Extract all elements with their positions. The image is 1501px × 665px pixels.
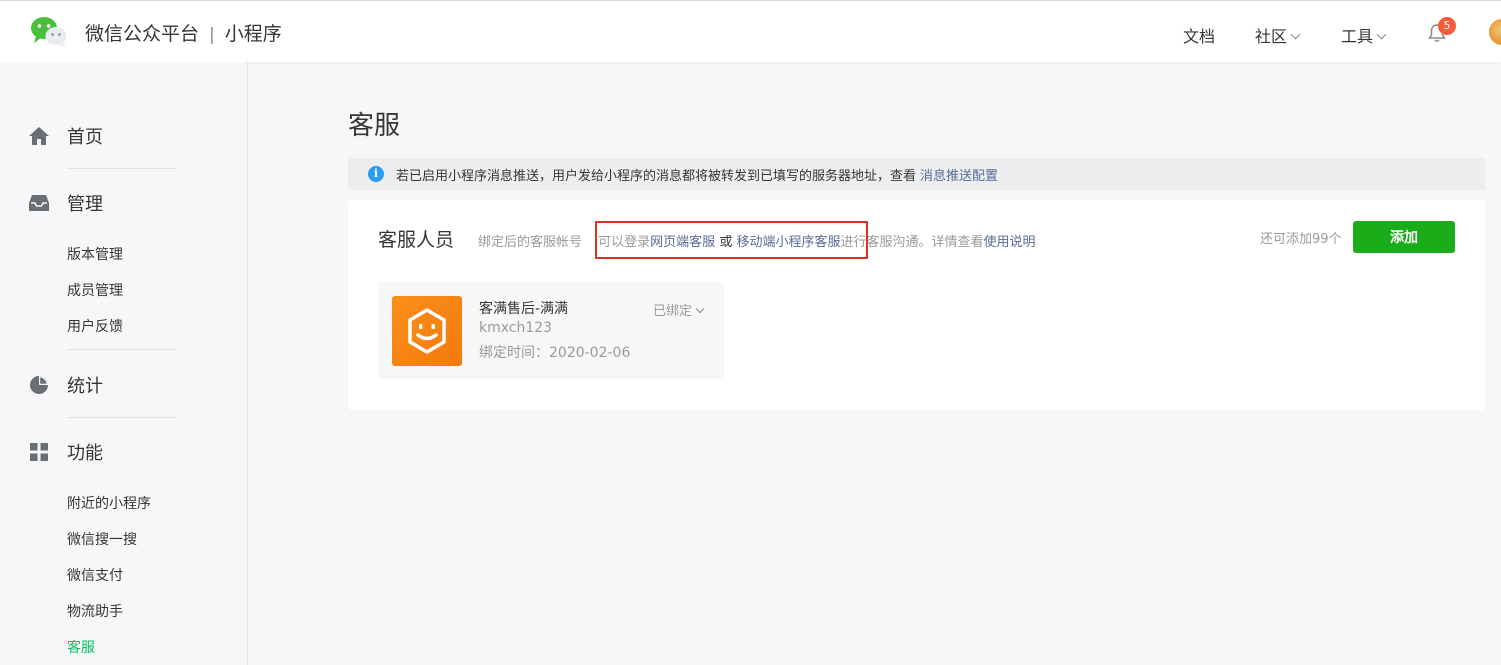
sidebar-item-user-feedback[interactable]: 用户反馈 <box>67 316 123 336</box>
member-account: kmxch123 <box>479 320 553 336</box>
page-title: 客服 <box>348 111 401 141</box>
sidebar-item-customer-service[interactable]: 客服 <box>67 637 95 657</box>
sidebar-divider <box>67 168 177 169</box>
sidebar-item-label: 首页 <box>67 127 103 148</box>
info-icon: i <box>368 166 384 182</box>
desc-prefix: 绑定后的客服帐号 <box>478 235 583 250</box>
brand-title[interactable]: 微信公众平台 | 小程序 <box>85 19 282 46</box>
sidebar-item-nearby-miniprogram[interactable]: 附近的小程序 <box>67 493 151 513</box>
nav-tools-label: 工具 <box>1341 27 1374 46</box>
wechat-logo-icon[interactable] <box>30 16 68 48</box>
usage-guide-link[interactable]: 使用说明 <box>984 235 1036 250</box>
robot-face-icon <box>408 308 446 354</box>
notice-bar: i 若已启用小程序消息推送，用户发给小程序的消息都将被转发到已填写的服务器地址，… <box>348 158 1485 190</box>
sidebar-item-features[interactable]: 功能 <box>28 437 103 467</box>
top-header: 微信公众平台 | 小程序 文档 社区 工具 5 <box>0 0 1501 62</box>
pie-chart-icon <box>28 374 50 396</box>
sidebar-item-wechat-search[interactable]: 微信搜一搜 <box>67 529 137 549</box>
chevron-down-icon <box>1290 29 1301 40</box>
sidebar-item-wechat-pay[interactable]: 微信支付 <box>67 565 123 585</box>
sidebar-item-statistics[interactable]: 统计 <box>28 370 103 400</box>
sidebar-item-logistics[interactable]: 物流助手 <box>67 601 123 621</box>
sidebar-item-label: 统计 <box>67 376 103 397</box>
member-card[interactable]: 客满售后-满满 kmxch123 绑定时间：2020-02-06 已绑定 <box>378 282 724 379</box>
nav-tools[interactable]: 工具 <box>1341 23 1387 47</box>
sidebar-item-label: 功能 <box>67 443 103 464</box>
member-status-dropdown[interactable]: 已绑定 <box>653 300 705 319</box>
message-push-config-link[interactable]: 消息推送配置 <box>920 165 998 184</box>
sidebar-item-manage[interactable]: 管理 <box>28 188 103 218</box>
inbox-icon <box>28 192 50 214</box>
nav-docs[interactable]: 文档 <box>1183 23 1215 47</box>
nav-community[interactable]: 社区 <box>1255 23 1301 47</box>
member-name: 客满售后-满满 <box>479 301 569 317</box>
brand-separator: | <box>209 25 215 45</box>
card-title: 客服人员 <box>378 229 455 251</box>
highlight-box <box>595 221 868 259</box>
sidebar-item-home[interactable]: 首页 <box>28 121 103 151</box>
notification-badge: 5 <box>1438 17 1456 35</box>
sidebar <box>0 62 248 665</box>
sidebar-divider <box>67 349 177 350</box>
sidebar-divider <box>67 417 177 418</box>
member-status: 已绑定 <box>653 304 693 319</box>
member-bind-time: 绑定时间：2020-02-06 <box>479 345 631 361</box>
remaining-count: 还可添加99个 <box>1260 232 1342 247</box>
home-icon <box>28 125 50 147</box>
nav-docs-label: 文档 <box>1183 27 1216 46</box>
add-button[interactable]: 添加 <box>1353 221 1455 253</box>
brand-name: 微信公众平台 <box>85 23 200 45</box>
notice-text: 若已启用小程序消息推送，用户发给小程序的消息都将被转发到已填写的服务器地址，查看 <box>396 168 917 184</box>
customer-service-card: 客服人员 绑定后的客服帐号 可以登录网页端客服 或 移动端小程序客服进行客服沟通… <box>348 200 1485 410</box>
grid-icon <box>28 441 50 463</box>
nav-community-label: 社区 <box>1255 27 1288 46</box>
chevron-down-icon <box>1376 29 1387 40</box>
sidebar-item-label: 管理 <box>67 194 103 215</box>
member-avatar <box>392 296 462 366</box>
user-avatar[interactable] <box>1489 19 1501 45</box>
chevron-down-icon <box>695 304 705 314</box>
product-name: 小程序 <box>224 23 282 45</box>
sidebar-item-version-manage[interactable]: 版本管理 <box>67 244 123 264</box>
sidebar-item-member-manage[interactable]: 成员管理 <box>67 280 123 300</box>
